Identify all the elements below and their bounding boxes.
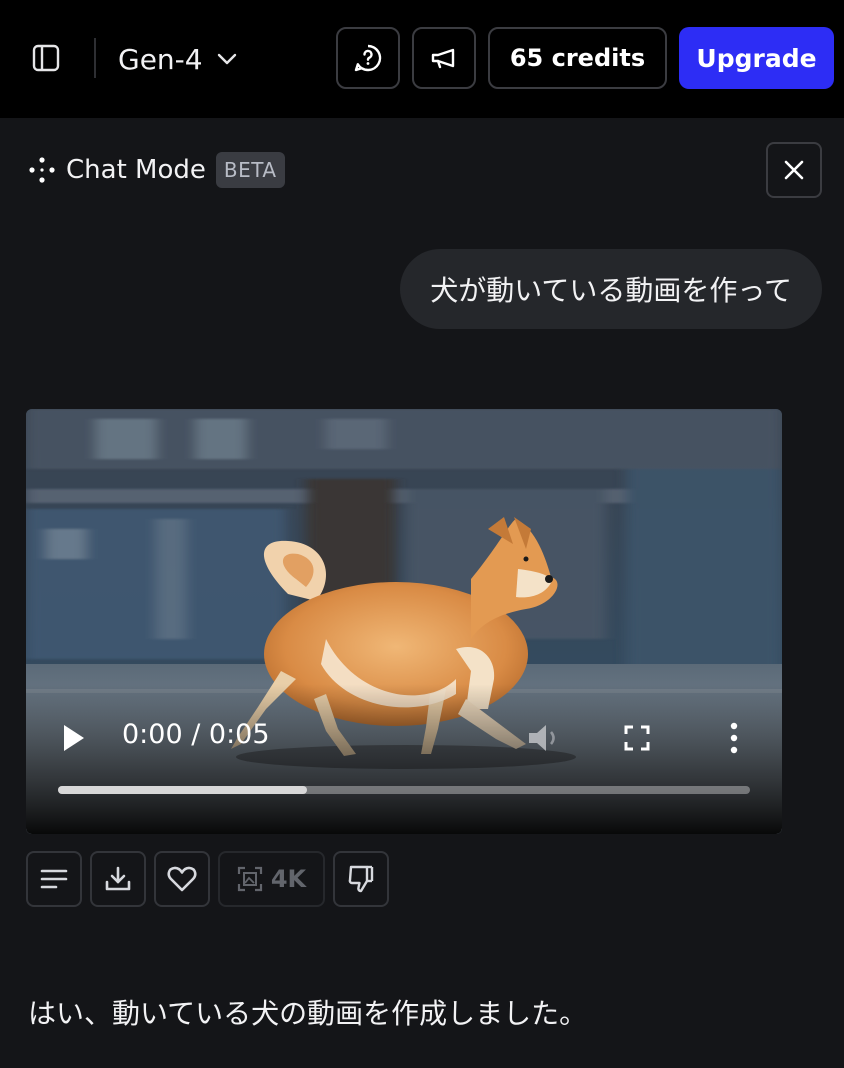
assistant-reply: はい、動いている犬の動画を作成しました。	[28, 997, 588, 1030]
model-selector[interactable]: Gen-4	[118, 36, 237, 82]
fullscreen-icon[interactable]	[624, 725, 650, 751]
text-lines-icon	[40, 869, 68, 889]
chat-mode-title: Chat Mode	[66, 155, 206, 185]
feedback-button[interactable]	[336, 27, 400, 89]
sparkle-dots-icon	[29, 157, 55, 183]
heart-icon	[167, 866, 197, 892]
upscale-4k-label: 4K	[270, 865, 307, 893]
megaphone-icon	[431, 48, 455, 69]
announcements-button[interactable]	[412, 27, 476, 89]
feedback-chat-icon	[354, 44, 382, 72]
beta-badge: BETA	[215, 152, 285, 188]
volume-icon[interactable]	[526, 721, 562, 755]
upscale-4k-button[interactable]: 4K	[218, 851, 325, 907]
chat-mode-header: Chat Mode BETA	[28, 150, 285, 190]
video-action-bar: 4K	[26, 851, 389, 907]
top-bar: Gen-4 65 credits Upgrade	[0, 0, 844, 118]
video-time-display: 0:00 / 0:05	[122, 719, 270, 750]
video-progress-fill	[58, 786, 308, 794]
download-icon	[105, 866, 131, 891]
sidebar-toggle-icon	[32, 44, 60, 72]
chevron-down-icon	[217, 53, 236, 65]
upscale-icon	[237, 866, 262, 892]
model-name: Gen-4	[118, 42, 203, 76]
video-controls-overlay	[26, 684, 782, 834]
close-icon	[784, 160, 804, 180]
download-button[interactable]	[90, 851, 146, 907]
dislike-button[interactable]	[333, 851, 389, 907]
user-message: 犬が動いている動画を作って	[400, 249, 822, 329]
details-button[interactable]	[26, 851, 82, 907]
upgrade-button[interactable]: Upgrade	[679, 27, 834, 89]
play-icon[interactable]	[62, 723, 86, 753]
sidebar-toggle-button[interactable]	[26, 38, 66, 78]
thumbs-down-icon	[348, 865, 374, 893]
credits-button[interactable]: 65 credits	[488, 27, 667, 89]
video-progress-bar[interactable]	[58, 786, 750, 794]
topbar-divider	[94, 38, 96, 78]
video-player[interactable]: 0:00 / 0:05	[26, 409, 782, 834]
more-vertical-icon[interactable]	[726, 721, 742, 755]
close-chat-button[interactable]	[766, 142, 822, 198]
favorite-button[interactable]	[154, 851, 210, 907]
